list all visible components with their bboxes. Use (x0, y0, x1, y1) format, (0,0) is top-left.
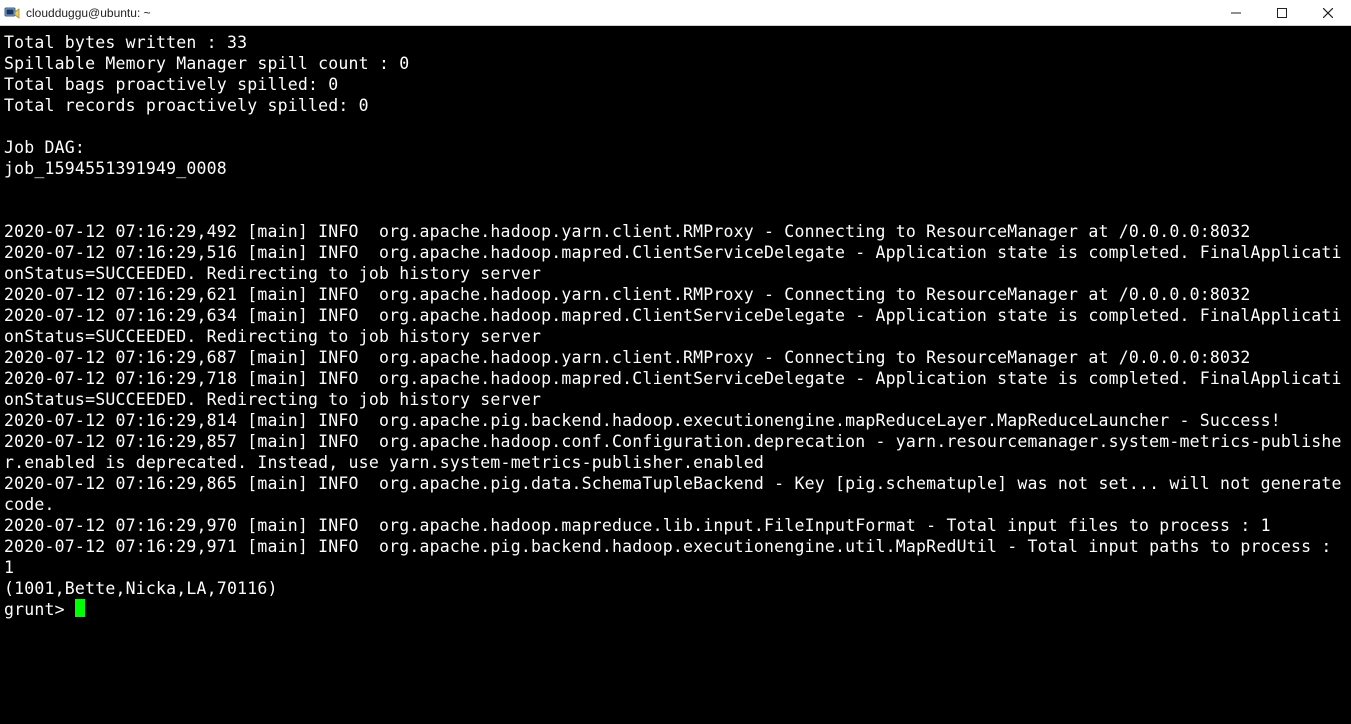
terminal-line: 2020-07-12 07:16:29,865 [main] INFO org.… (4, 473, 1347, 515)
terminal-prompt: grunt> (4, 600, 75, 619)
terminal-line: Job DAG: (4, 137, 1347, 158)
terminal-line: Spillable Memory Manager spill count : 0 (4, 53, 1347, 74)
terminal-area[interactable]: Total bytes written : 33Spillable Memory… (0, 26, 1351, 724)
terminal-line (4, 116, 1347, 137)
terminal-line: Total records proactively spilled: 0 (4, 95, 1347, 116)
terminal-line: 2020-07-12 07:16:29,814 [main] INFO org.… (4, 410, 1347, 431)
terminal-line: 2020-07-12 07:16:29,971 [main] INFO org.… (4, 536, 1347, 578)
terminal-line: job_1594551391949_0008 (4, 158, 1347, 179)
terminal-line: (1001,Bette,Nicka,LA,70116) (4, 578, 1347, 599)
terminal-line (4, 179, 1347, 200)
close-button[interactable] (1305, 0, 1351, 26)
terminal-line: 2020-07-12 07:16:29,718 [main] INFO org.… (4, 368, 1347, 410)
terminal-line: 2020-07-12 07:16:29,634 [main] INFO org.… (4, 305, 1347, 347)
terminal-line: 2020-07-12 07:16:29,621 [main] INFO org.… (4, 284, 1347, 305)
terminal-cursor (75, 599, 85, 617)
window-titlebar: cloudduggu@ubuntu: ~ (0, 0, 1351, 26)
maximize-button[interactable] (1259, 0, 1305, 26)
putty-icon (4, 5, 20, 21)
terminal-line: 2020-07-12 07:16:29,970 [main] INFO org.… (4, 515, 1347, 536)
terminal-line (4, 200, 1347, 221)
terminal-line: Total bytes written : 33 (4, 32, 1347, 53)
terminal-prompt-line: grunt> (4, 599, 1347, 620)
terminal-line: 2020-07-12 07:16:29,516 [main] INFO org.… (4, 242, 1347, 284)
terminal-line: 2020-07-12 07:16:29,857 [main] INFO org.… (4, 431, 1347, 473)
window-title: cloudduggu@ubuntu: ~ (26, 6, 151, 20)
terminal-line: 2020-07-12 07:16:29,687 [main] INFO org.… (4, 347, 1347, 368)
minimize-button[interactable] (1213, 0, 1259, 26)
terminal-line: 2020-07-12 07:16:29,492 [main] INFO org.… (4, 221, 1347, 242)
terminal-line: Total bags proactively spilled: 0 (4, 74, 1347, 95)
